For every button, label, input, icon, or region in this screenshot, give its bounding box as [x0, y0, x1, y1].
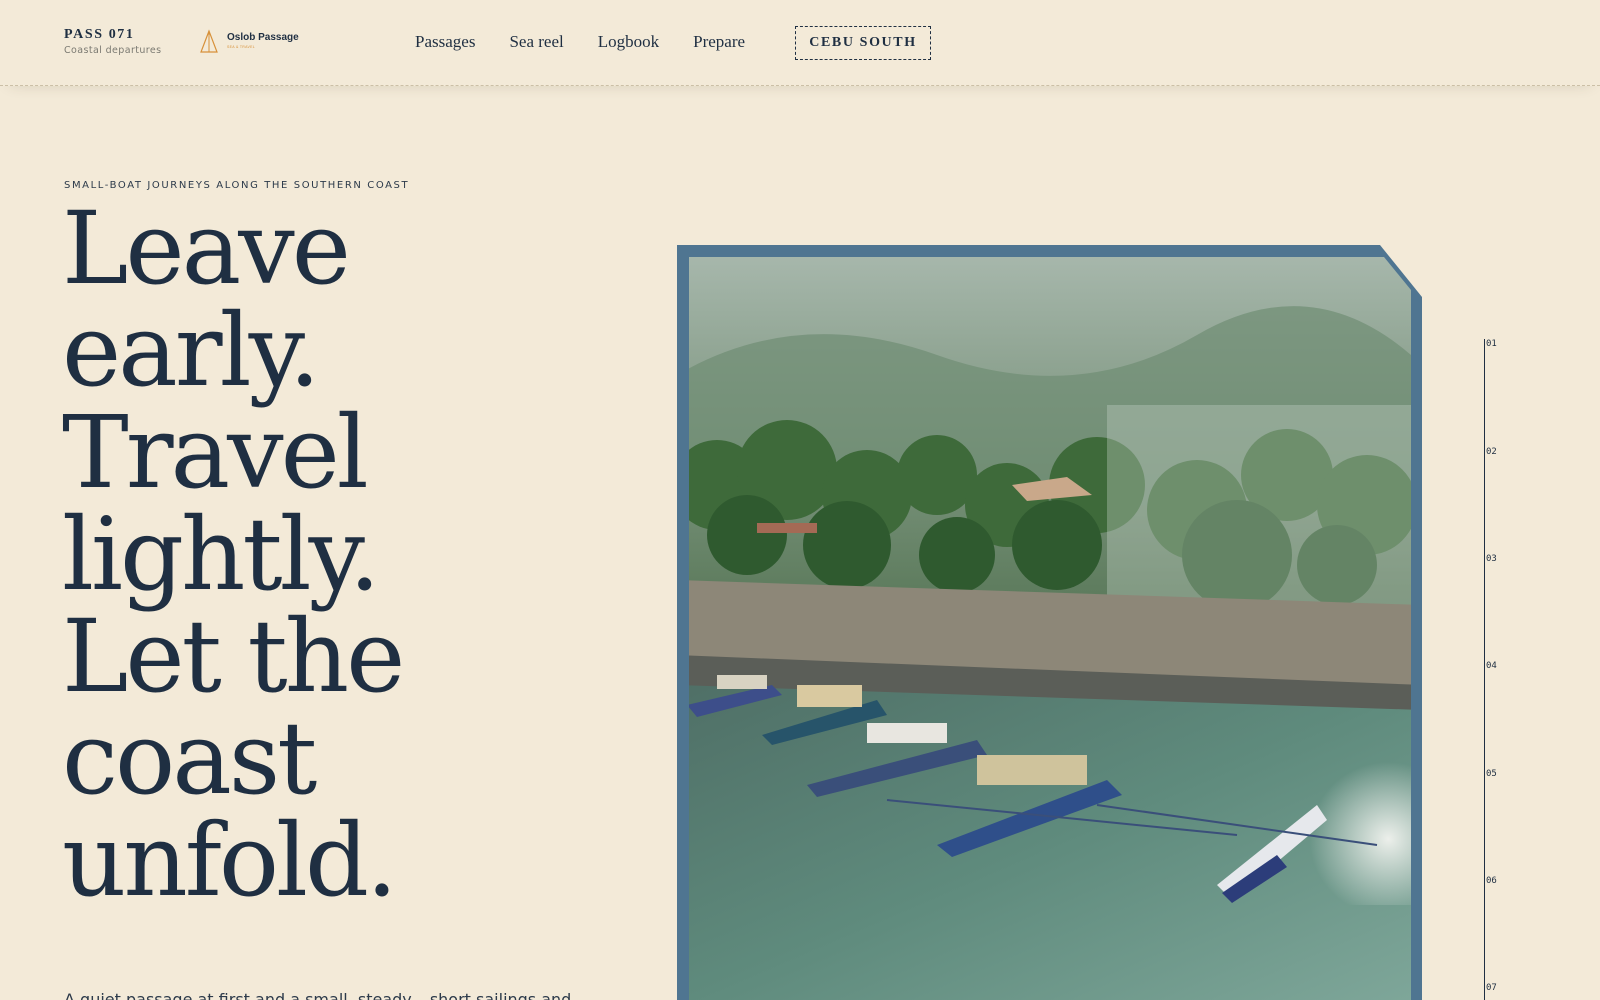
index-tick[interactable]: 07 — [1486, 983, 1497, 993]
index-tick[interactable]: 03 — [1486, 554, 1497, 564]
coastal-boats-photo — [677, 245, 1422, 1000]
main-nav: Passages Sea reel Logbook Prepare — [415, 32, 745, 52]
hero-headline: Leave early. Travel lightly. Let the coa… — [62, 198, 622, 912]
headline-line: Travel — [62, 394, 369, 511]
section-index-rail — [1484, 339, 1485, 1000]
cebu-south-button[interactable]: CEBU SOUTH — [795, 26, 931, 60]
headline-line: unfold. — [62, 802, 398, 919]
index-tick[interactable]: 05 — [1486, 769, 1497, 779]
nav-logbook[interactable]: Logbook — [598, 32, 659, 52]
headline-line: lightly. — [62, 496, 381, 613]
hero-photo — [677, 245, 1422, 1000]
partner-tagline: SEA & TRAVEL — [227, 45, 255, 49]
sail-icon — [200, 29, 218, 53]
nav-prepare[interactable]: Prepare — [693, 32, 745, 52]
headline-line: coast — [62, 700, 317, 817]
brand-subtitle: Coastal departures — [64, 45, 162, 56]
hero-lede: A quiet passage at first and a small, st… — [64, 990, 572, 1000]
nav-passages[interactable]: Passages — [415, 32, 475, 52]
headline-line: Let the — [62, 598, 405, 715]
brand-title[interactable]: PASS 071 — [64, 27, 162, 43]
partner-name: Oslob Passage — [227, 32, 299, 43]
index-tick[interactable]: 02 — [1486, 447, 1497, 457]
partner-logo[interactable]: Oslob Passage SEA & TRAVEL — [198, 29, 299, 55]
site-header: PASS 071 Coastal departures Oslob Passag… — [0, 0, 1600, 86]
index-tick[interactable]: 06 — [1486, 876, 1497, 886]
headline-line: early. — [62, 292, 321, 409]
headline-line: Leave — [62, 190, 351, 307]
nav-sea-reel[interactable]: Sea reel — [509, 32, 563, 52]
brand[interactable]: PASS 071 Coastal departures — [64, 27, 162, 56]
index-tick[interactable]: 01 — [1486, 339, 1497, 349]
index-tick[interactable]: 04 — [1486, 661, 1497, 671]
